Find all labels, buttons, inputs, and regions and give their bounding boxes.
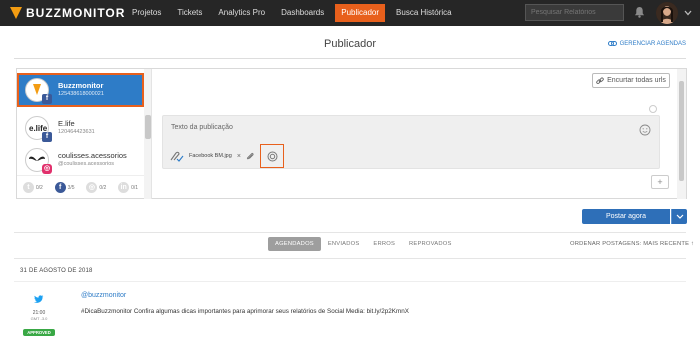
brand-name: BUZZMONITOR [26,6,126,20]
status-tabs: AGENDADOS ENVIADOS ERROS REPROVADOS [268,237,459,251]
page-title: Publicador [324,38,376,50]
counter-instagram[interactable]: ◎ 0/2 [86,182,106,193]
top-navbar: BUZZMONITOR Projetos Tickets Analytics P… [0,0,700,26]
divider [14,232,686,233]
post-timezone: GMT -3.0 [30,316,48,321]
twitter-icon: t [22,182,34,193]
linkedin-icon: in [118,182,130,193]
counter-linkedin[interactable]: in 0/1 [118,182,138,193]
account-name: Buzzmonitor [58,81,104,90]
post-meta: 21:00 GMT -3.0 APPROVED [22,290,56,339]
twitter-icon [34,295,44,303]
composer-scrollbar[interactable] [677,69,686,199]
counter-value: 0/2 [99,184,107,191]
user-avatar[interactable] [656,2,678,24]
divider [14,258,686,259]
tab-enviados[interactable]: ENVIADOS [321,237,367,251]
account-id: @coulisses.acessorios [58,161,115,167]
nav-item-analytics-pro[interactable]: Analytics Pro [210,0,273,26]
account-list-scrollbar[interactable] [144,69,151,199]
nav-item-dashboards[interactable]: Dashboards [273,0,332,26]
bell-icon[interactable] [634,6,645,18]
attachment-file-name: Facebook BM.jpg [189,153,232,159]
link-icon [596,76,604,84]
post-text-placeholder: Texto da publicação [171,124,233,131]
account-name: coulisses.acessorios [58,151,127,160]
buzzmonitor-logo-icon [10,7,22,19]
account-id: 120464423631 [58,129,95,135]
emoji-icon[interactable] [639,124,651,136]
composer-card: f Buzzmonitor 125438618000021 e.life f E… [16,68,687,199]
link-icon [607,41,617,46]
tab-erros[interactable]: ERROS [366,237,402,251]
facebook-icon: f [42,94,52,104]
chevron-down-icon[interactable] [684,10,692,16]
attachment-row: Facebook BM.jpg × [168,148,255,164]
post-options-dropdown[interactable] [671,209,687,224]
divider [14,58,686,59]
counter-twitter[interactable]: t 0/2 [22,182,43,193]
remove-attachment-button[interactable]: × [237,153,241,160]
instagram-icon: ◎ [86,182,98,193]
manage-schedules-label: GERENCIAR AGENDAS [619,40,686,47]
facebook-icon: f [54,182,66,193]
scrollbar-thumb[interactable] [145,115,151,139]
tab-agendados[interactable]: AGENDADOS [268,237,321,251]
sort-order-toggle[interactable]: ORDENAR POSTAGENS: MAIS RECENTE ↑ [570,241,694,247]
manage-schedules-link[interactable]: GERENCIAR AGENDAS [607,40,686,47]
counter-value: 0/2 [35,184,43,191]
post-text-area[interactable]: Texto da publicação Facebook BM.jpg × [162,115,660,169]
feed-date-header: 31 DE AGOSTO DE 2018 [20,268,93,274]
add-post-button[interactable]: + [651,175,669,189]
nav-item-busca-historica[interactable]: Busca Histórica [388,0,460,26]
post-now-button[interactable]: Postar agora [582,209,670,224]
nav-item-publicador[interactable]: Publicador [335,4,386,22]
select-radio[interactable] [649,105,657,113]
account-item-elife[interactable]: e.life f E.life 120464423631 [17,111,144,145]
search-reports-input[interactable] [525,4,624,21]
instagram-options-button[interactable] [260,144,284,168]
main-nav: Projetos Tickets Analytics Pro Dashboard… [124,0,460,26]
network-counters: t 0/2 f 3/5 ◎ 0/2 in 0/1 [17,175,144,199]
arrow-up-icon: ↑ [690,241,695,247]
shorten-urls-label: Encurtar todas urls [607,77,666,84]
divider [14,281,686,282]
nav-item-projetos[interactable]: Projetos [124,0,169,26]
account-avatar: f [25,78,52,104]
account-avatar: ◎ [25,148,52,174]
post-text: #DicaBuzzmonitor Confira algumas dicas i… [81,308,409,315]
chevron-down-icon [676,214,684,219]
counter-facebook[interactable]: f 3/5 [54,182,75,193]
paperclip-icon[interactable] [246,152,255,161]
account-item-coulisses[interactable]: ◎ coulisses.acessorios @coulisses.acesso… [17,143,144,177]
shorten-urls-button[interactable]: Encurtar todas urls [592,73,670,88]
brand-logo[interactable]: BUZZMONITOR [10,6,125,20]
instagram-icon: ◎ [42,164,52,174]
nav-item-tickets[interactable]: Tickets [169,0,210,26]
counter-value: 3/5 [67,184,75,191]
attachment-thumbnail-icon [170,151,184,162]
counter-value: 0/1 [131,184,139,191]
post-handle[interactable]: @buzzmonitor [81,292,126,299]
tab-reprovados[interactable]: REPROVADOS [402,237,458,251]
instagram-icon [267,151,277,161]
account-list: f Buzzmonitor 125438618000021 e.life f E… [17,69,152,199]
account-item-buzzmonitor[interactable]: f Buzzmonitor 125438618000021 [17,73,144,107]
account-name: E.life [58,119,75,128]
status-badge: APPROVED [23,329,55,336]
facebook-icon: f [42,132,52,142]
sort-order-label: ORDENAR POSTAGENS: MAIS RECENTE [570,241,690,247]
account-id: 125438618000021 [58,91,104,97]
account-avatar: e.life f [25,116,52,142]
scrollbar-thumb[interactable] [679,81,684,181]
